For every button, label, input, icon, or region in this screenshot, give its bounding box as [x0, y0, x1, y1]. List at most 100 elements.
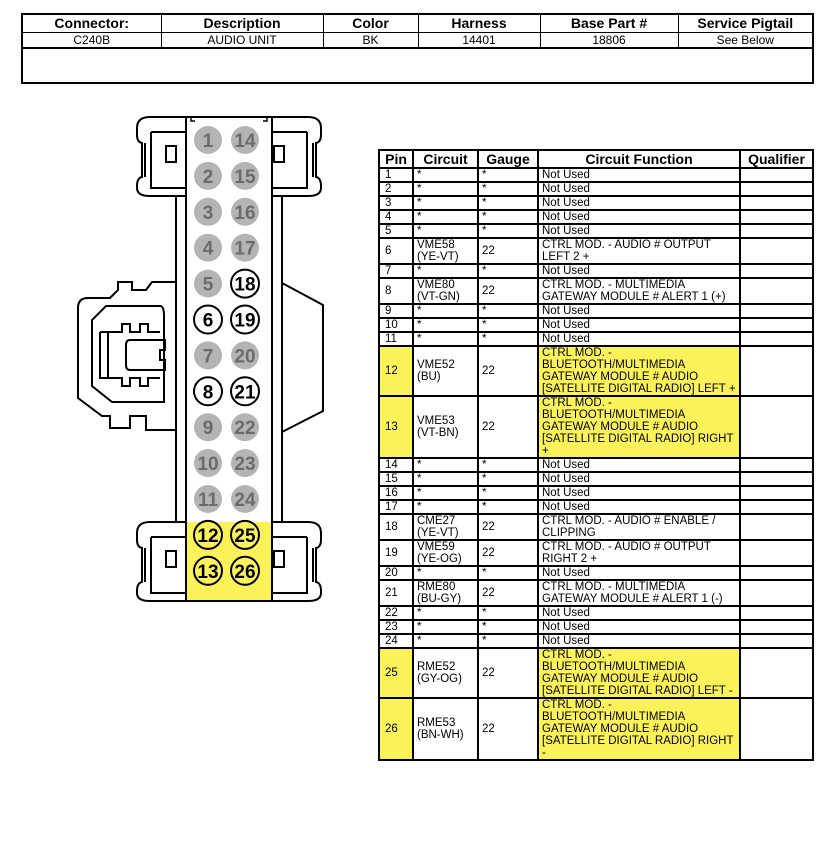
pin-number: 7: [378, 263, 414, 279]
circuit-code: *: [412, 499, 479, 515]
circuit-function: CTRL MOD. - MULTIMEDIA GATEWAY MODULE # …: [537, 277, 741, 305]
pin-table-header: Pin Circuit Gauge Circuit Function Quali…: [378, 149, 814, 169]
pin-label: 20: [234, 346, 255, 367]
top-right-latch-inner: [272, 131, 314, 189]
qualifier: [739, 619, 814, 635]
pin-number: 9: [378, 303, 414, 319]
wire-gauge: 22: [477, 277, 539, 305]
wire-gauge: 22: [477, 579, 539, 607]
pin-cavity-19: 19: [230, 304, 260, 335]
qualifier: [739, 697, 814, 761]
pin-cavity-16: 16: [231, 197, 259, 226]
connector-info-table: Connector: Description Color Harness Bas…: [21, 13, 814, 84]
bottom-left-latch-window: [165, 550, 177, 568]
pin-number: 26: [378, 697, 414, 761]
value-harness: 14401: [418, 32, 541, 48]
qualifier: [739, 303, 814, 319]
wire-gauge: 22: [477, 237, 539, 265]
pin-label: 2: [203, 167, 214, 188]
circuit-code: VME58 (YE-VT): [412, 237, 479, 265]
connector-face-diagram: 1234567891011121314151617181920212223242…: [77, 116, 324, 602]
pin-number: 2: [378, 181, 414, 197]
pin-label: 17: [234, 239, 255, 260]
col-qualifier: Qualifier: [739, 149, 814, 169]
circuit-code: *: [412, 181, 479, 197]
pin-label: 10: [197, 454, 218, 475]
pin-row: 12 VME52 (BU) 22 CTRL MOD. - BLUETOOTH/MULT…: [378, 345, 814, 397]
circuit-code: *: [412, 303, 479, 319]
wire-gauge: *: [477, 209, 539, 225]
pin-row: 11 * * Not Used: [378, 331, 814, 347]
header-connector: Connector:: [23, 15, 162, 33]
circuit-code: *: [412, 565, 479, 581]
wire-gauge: *: [477, 331, 539, 347]
pin-cavity-20: 20: [231, 341, 259, 370]
pin-number: 19: [378, 539, 414, 567]
qualifier: [739, 457, 814, 473]
pin-row: 5 * * Not Used: [378, 223, 814, 239]
circuit-code: VME80 (VT-GN): [412, 277, 479, 305]
pin-cavity-9: 9: [194, 413, 222, 442]
right-side-ramp: [281, 282, 324, 433]
circuit-function: Not Used: [537, 485, 741, 501]
pin-cavity-11: 11: [194, 485, 222, 513]
circuit-code: RME80 (BU-GY): [412, 579, 479, 607]
pin-row: 7 * * Not Used: [378, 263, 814, 279]
circuit-function: Not Used: [537, 209, 741, 225]
bottom-right-latch-inner: [272, 536, 314, 594]
lock-button: [125, 339, 166, 371]
pin-number: 21: [378, 579, 414, 607]
circuit-function: Not Used: [537, 633, 741, 649]
qualifier: [739, 395, 814, 459]
pin-row: 3 * * Not Used: [378, 195, 814, 211]
pin-cavity-13: 13: [193, 555, 223, 586]
pin-row: 9 * * Not Used: [378, 303, 814, 319]
pin-cavity-10: 10: [194, 449, 222, 478]
qualifier: [739, 539, 814, 567]
pin-cavity-21: 21: [230, 376, 260, 407]
pin-number: 23: [378, 619, 414, 635]
pin-label: 21: [234, 382, 256, 403]
qualifier: [739, 263, 814, 279]
pin-cavity-15: 15: [231, 161, 259, 190]
qualifier: [739, 167, 814, 183]
pin-number: 20: [378, 565, 414, 581]
pin-cavity-26: 26: [230, 555, 260, 586]
qualifier: [739, 181, 814, 197]
qualifier: [739, 195, 814, 211]
value-color: BK: [323, 32, 419, 48]
wire-gauge: *: [477, 499, 539, 515]
qualifier: [739, 647, 814, 699]
circuit-code: VME59 (YE-OG): [412, 539, 479, 567]
pin-number: 16: [378, 485, 414, 501]
wire-gauge: *: [477, 181, 539, 197]
qualifier: [739, 499, 814, 515]
circuit-code: *: [412, 633, 479, 649]
pin-number: 10: [378, 317, 414, 333]
pin-number: 11: [378, 331, 414, 347]
qualifier: [739, 579, 814, 607]
pin-label: 7: [203, 346, 214, 367]
pin-label: 9: [203, 418, 214, 439]
circuit-code: *: [412, 263, 479, 279]
wire-gauge: *: [477, 195, 539, 211]
wire-gauge: 22: [477, 539, 539, 567]
qualifier: [739, 317, 814, 333]
circuit-code: RME53 (BN-WH): [412, 697, 479, 761]
pin-number: 1: [378, 167, 414, 183]
pin-cavity-2: 2: [194, 161, 222, 190]
wire-gauge: 22: [477, 345, 539, 397]
qualifier: [739, 277, 814, 305]
pin-table-body: 1 * * Not Used 2 * * Not Used 3 * * Not Used 4 * * Not …: [378, 167, 814, 761]
header-harness: Harness: [418, 15, 541, 33]
pin-label: 14: [234, 131, 256, 152]
pin-row: 16 * * Not Used: [378, 485, 814, 501]
pin-number: 25: [378, 647, 414, 699]
bottom-right-latch-window: [273, 550, 285, 568]
circuit-function: Not Used: [537, 303, 741, 319]
pin-number: 13: [378, 395, 414, 459]
pin-number: 15: [378, 471, 414, 487]
pin-label: 5: [203, 275, 214, 296]
pin-row: 15 * * Not Used: [378, 471, 814, 487]
circuit-function: CTRL MOD. - MULTIMEDIA GATEWAY MODULE # …: [537, 579, 741, 607]
